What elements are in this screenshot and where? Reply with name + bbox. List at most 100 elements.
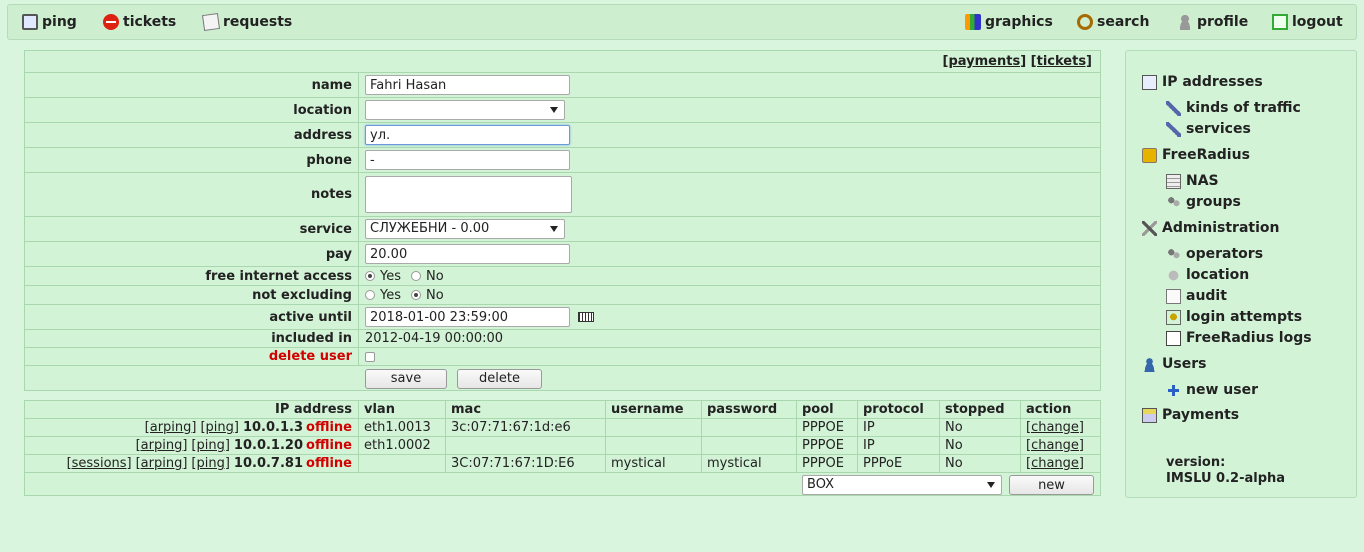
nav-graphics-label: graphics [985, 14, 1053, 30]
address-input[interactable] [365, 125, 570, 145]
ping-link[interactable]: [ping] [191, 438, 230, 453]
sidebar-item-administration[interactable]: Administration [1142, 220, 1279, 236]
nav-search[interactable]: search [1077, 14, 1149, 30]
sidebar-item-location[interactable]: location [1166, 267, 1249, 283]
change-link[interactable]: [change] [1026, 420, 1084, 435]
chart-icon [965, 14, 981, 30]
sidebar-item-login-attempts[interactable]: login attempts [1166, 309, 1302, 325]
sidebar-item-label: services [1186, 121, 1251, 137]
chevron-down-icon [550, 107, 558, 113]
free-internet-yes-radio[interactable] [365, 271, 375, 281]
sidebar-item-freeradius[interactable]: FreeRadius [1142, 147, 1250, 163]
sidebar-item-users[interactable]: Users [1142, 356, 1206, 372]
free-internet-yes-label: Yes [380, 268, 401, 284]
tickets-link[interactable]: [tickets] [1031, 54, 1092, 69]
header-mac: mac [446, 401, 606, 418]
header-stopped: stopped [940, 401, 1021, 418]
sidebar-item-kinds-of-traffic[interactable]: kinds of traffic [1166, 100, 1301, 116]
name-input[interactable] [365, 75, 570, 95]
pay-label: pay [25, 242, 359, 266]
ip-cell: [arping] [ping] 10.0.1.3 offline [25, 419, 359, 436]
notes-textarea[interactable] [365, 176, 572, 213]
header-password: password [702, 401, 797, 418]
sidebar-item-freeradius-logs[interactable]: FreeRadius logs [1166, 330, 1312, 346]
sidebar-item-label: Payments [1162, 407, 1240, 423]
sidebar-item-label: operators [1186, 246, 1264, 262]
lock-icon [1142, 147, 1157, 163]
notes-row: notes [25, 173, 1100, 217]
network-icon [1142, 74, 1157, 90]
sessions-link[interactable]: [sessions] [67, 456, 132, 471]
protocol-cell: IP [858, 419, 940, 436]
new-ip-button[interactable]: new [1009, 475, 1094, 495]
sidebar-item-groups[interactable]: groups [1166, 194, 1241, 210]
mac-cell [446, 437, 606, 454]
arping-link[interactable]: [arping] [145, 420, 197, 435]
arping-link[interactable]: [arping] [136, 456, 188, 471]
mac-cell: 3C:07:71:67:1D:E6 [446, 455, 606, 472]
arping-link[interactable]: [arping] [136, 438, 188, 453]
key-icon [1166, 309, 1181, 325]
nav-requests[interactable]: requests [201, 12, 292, 32]
change-link[interactable]: [change] [1026, 456, 1084, 471]
ping-link[interactable]: [ping] [200, 420, 239, 435]
sidebar-item-operators[interactable]: operators [1166, 246, 1263, 262]
service-select[interactable]: СЛУЖЕБНИ - 0.00 [365, 219, 565, 239]
top-navigation: ping tickets requests graphics search pr… [7, 4, 1357, 40]
not-excluding-no-radio[interactable] [411, 290, 421, 300]
nav-ping-label: ping [42, 14, 77, 30]
username-cell: mystical [606, 455, 702, 472]
active-until-input[interactable] [365, 307, 570, 327]
nav-tickets[interactable]: tickets [103, 14, 176, 30]
header-action: action [1026, 402, 1072, 417]
not-excluding-yes-radio[interactable] [365, 290, 375, 300]
payments-link[interactable]: [payments] [943, 54, 1027, 69]
calendar-icon[interactable] [578, 312, 594, 322]
location-row: location [25, 98, 1100, 123]
free-internet-no-label: No [426, 268, 444, 284]
nav-profile[interactable]: profile [1177, 14, 1248, 30]
phone-label: phone [25, 148, 359, 172]
phone-input[interactable] [365, 150, 570, 170]
pool-cell: PPPOE [797, 437, 858, 454]
version-value: IMSLU 0.2-alpha [1166, 471, 1286, 486]
protocol-cell: IP [858, 437, 940, 454]
user-form: [payments] [tickets] name location addre… [24, 50, 1101, 391]
delete-button[interactable]: delete [457, 368, 542, 389]
password-cell [702, 419, 797, 436]
ip-address-table: IP address vlan mac username password po… [24, 400, 1101, 496]
sidebar-item-nas[interactable]: NAS [1166, 173, 1219, 189]
ip-cell: [sessions] [arping] [ping] 10.0.7.81 off… [25, 455, 359, 472]
pool-select[interactable]: BOX [802, 475, 1002, 495]
nav-logout[interactable]: logout [1272, 14, 1343, 30]
table-row: [arping] [ping] 10.0.1.3 offline eth1.00… [25, 419, 1100, 437]
not-excluding-label: not excluding [25, 286, 359, 304]
location-select[interactable] [365, 100, 565, 120]
not-excluding-yes-label: Yes [380, 287, 401, 303]
save-button[interactable]: save [365, 368, 447, 389]
nav-ping[interactable]: ping [22, 14, 77, 30]
tools-icon [1142, 220, 1157, 236]
free-internet-no-radio[interactable] [411, 271, 421, 281]
sidebar-item-ip-addresses[interactable]: IP addresses [1142, 74, 1263, 90]
nav-graphics[interactable]: graphics [965, 14, 1053, 30]
sidebar-item-services[interactable]: services [1166, 121, 1251, 137]
delete-user-checkbox[interactable] [365, 351, 375, 362]
address-row: address [25, 123, 1100, 148]
user-icon [1142, 356, 1157, 372]
change-link[interactable]: [change] [1026, 438, 1084, 453]
free-internet-label: free internet access [25, 267, 359, 285]
ping-link[interactable]: [ping] [191, 456, 230, 471]
sidebar-item-payments[interactable]: Payments [1142, 407, 1239, 423]
active-until-label: active until [25, 305, 359, 329]
operators-icon [1166, 246, 1181, 262]
sidebar-item-new-user[interactable]: new user [1166, 382, 1258, 398]
ip-value: 10.0.1.3 [242, 420, 304, 435]
included-in-label: included in [25, 330, 359, 347]
username-cell [606, 437, 702, 454]
form-links-row: [payments] [tickets] [25, 51, 1100, 73]
pay-input[interactable] [365, 244, 570, 264]
sidebar-item-audit[interactable]: audit [1166, 288, 1227, 304]
wrench-icon [1166, 100, 1181, 116]
header-ip-address: IP address [25, 401, 359, 418]
